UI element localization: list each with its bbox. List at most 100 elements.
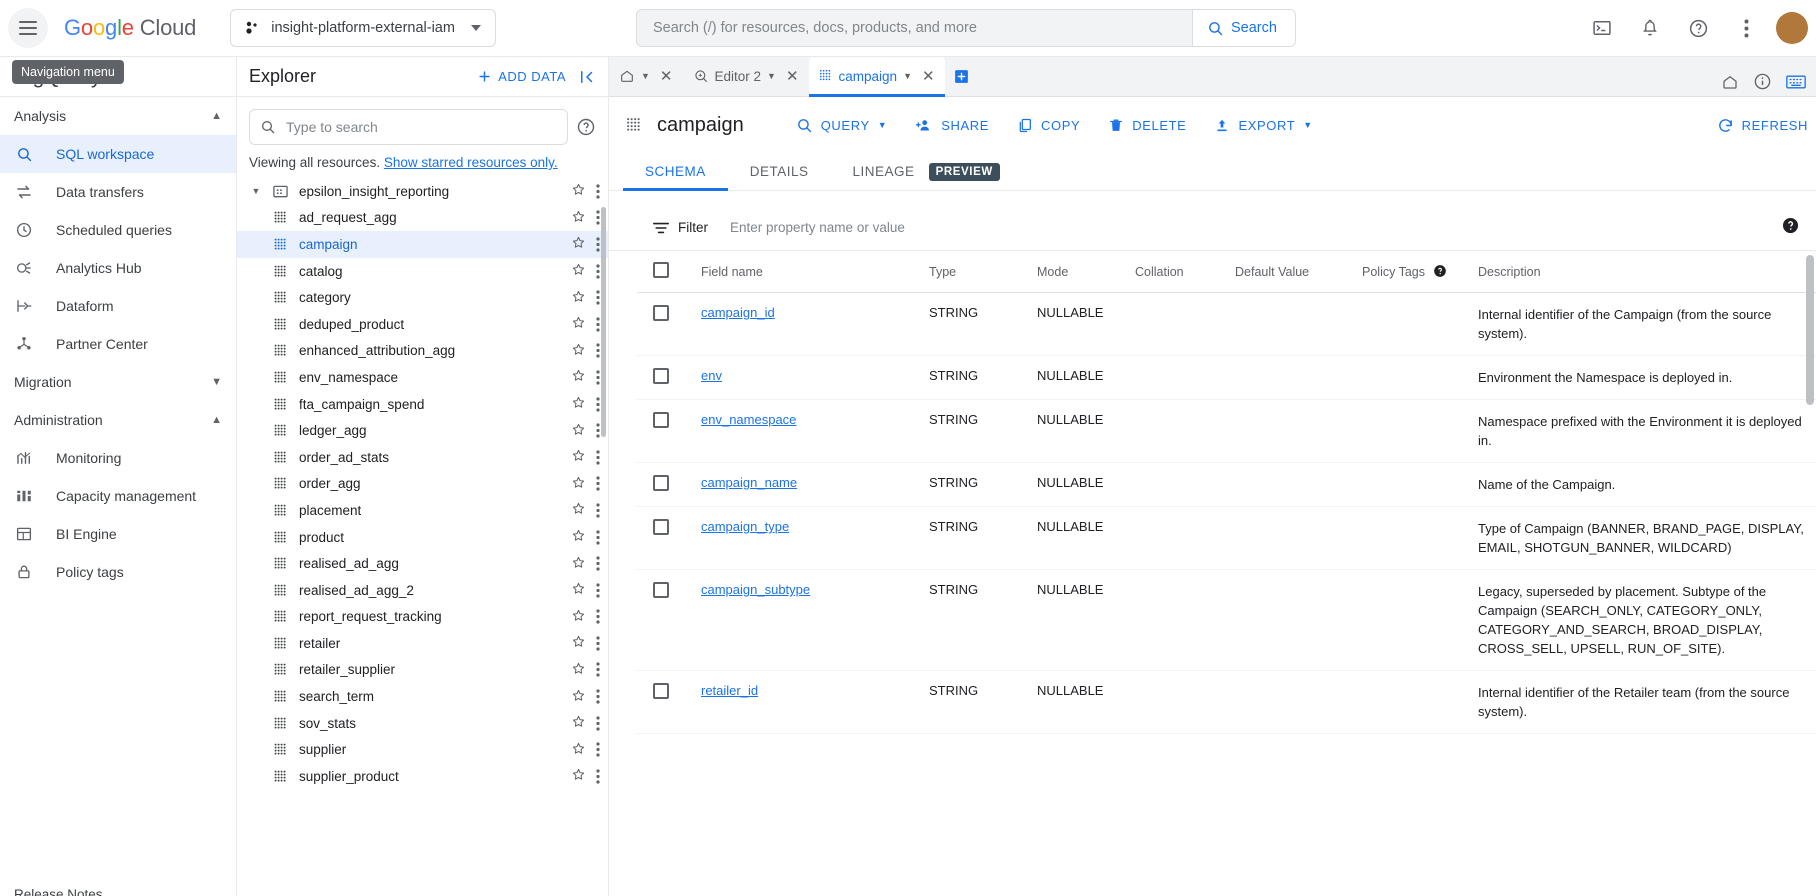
policy-tags-help-icon[interactable] <box>1433 264 1447 278</box>
star-icon[interactable] <box>571 608 586 626</box>
row-select-cell[interactable] <box>637 506 693 570</box>
tree-table-row[interactable]: supplier <box>237 736 608 763</box>
google-cloud-logo[interactable]: Google Cloud <box>64 15 196 41</box>
avatar[interactable] <box>1776 12 1808 44</box>
row-menu-icon[interactable] <box>596 689 600 704</box>
scrollbar-thumb[interactable] <box>1806 255 1814 405</box>
table-row[interactable]: retailer_id STRING NULLABLE Internal identi… <box>637 670 1816 734</box>
star-icon[interactable] <box>571 475 586 493</box>
sidebar-item-scheduled-queries[interactable]: Scheduled queries <box>0 211 236 249</box>
row-select-cell[interactable] <box>637 355 693 400</box>
field-name-link[interactable]: campaign_subtype <box>701 582 810 597</box>
info-icon[interactable] <box>1753 72 1772 96</box>
tree-table-row[interactable]: product <box>237 524 608 551</box>
tree-table-row[interactable]: ad_request_agg <box>237 205 608 232</box>
tab-campaign[interactable]: campaign ▼ ✕ <box>808 56 945 97</box>
add-data-button[interactable]: ADD DATA <box>477 69 566 84</box>
tree-dataset-row[interactable]: ▼ epsilon_insight_reporting <box>237 178 608 205</box>
table-row[interactable]: env_namespace STRING NULLABLE Namespace pre… <box>637 399 1816 463</box>
field-name-link[interactable]: campaign_name <box>701 475 797 490</box>
sidebar-item-data-transfers[interactable]: Data transfers <box>0 173 236 211</box>
chevron-down-icon[interactable]: ▼ <box>641 71 650 81</box>
tree-table-row[interactable]: realised_ad_agg_2 <box>237 577 608 604</box>
chevron-down-icon[interactable]: ▼ <box>767 71 776 81</box>
row-checkbox[interactable] <box>653 412 669 428</box>
table-row[interactable]: campaign_name STRING NULLABLE Name of the C… <box>637 462 1816 507</box>
nav-section-administration[interactable]: Administration ▲ <box>0 401 236 439</box>
table-row[interactable]: campaign_subtype STRING NULLABLE Legacy, su… <box>637 569 1816 671</box>
column-mode[interactable]: Mode <box>1029 251 1127 293</box>
row-menu-icon[interactable] <box>596 503 600 518</box>
tab-schema[interactable]: SCHEMA <box>623 153 728 191</box>
copy-button[interactable]: COPY <box>1005 109 1092 142</box>
row-menu-icon[interactable] <box>596 396 600 412</box>
collapse-panel-button[interactable] <box>566 68 608 86</box>
table-row[interactable]: campaign_id STRING NULLABLE Internal identi… <box>637 292 1816 356</box>
row-menu-icon[interactable] <box>596 210 600 225</box>
personal-history-icon[interactable] <box>1721 73 1739 96</box>
filter-label[interactable]: Filter <box>653 220 708 235</box>
row-menu-icon[interactable] <box>596 742 600 757</box>
release-notes-link[interactable]: Release Notes <box>14 887 103 896</box>
tree-table-row[interactable]: order_ad_stats <box>237 444 608 471</box>
tree-table-row[interactable]: retailer_supplier <box>237 657 608 684</box>
tree-table-row[interactable]: campaign <box>237 231 608 258</box>
tab-details[interactable]: DETAILS <box>728 153 831 191</box>
row-menu-icon[interactable] <box>596 450 600 465</box>
select-all-header[interactable] <box>637 251 693 293</box>
tree-table-row[interactable]: retailer <box>237 630 608 657</box>
star-icon[interactable] <box>571 289 586 307</box>
tree-table-row[interactable]: placement <box>237 497 608 524</box>
new-tab-button[interactable] <box>945 56 979 96</box>
row-checkbox[interactable] <box>653 683 669 699</box>
field-name-link[interactable]: env_namespace <box>701 412 796 427</box>
keyboard-icon[interactable] <box>1786 74 1806 95</box>
sidebar-item-sql-workspace[interactable]: SQL workspace <box>0 135 236 173</box>
row-menu-icon[interactable] <box>596 662 600 678</box>
tree-table-row[interactable]: order_agg <box>237 471 608 498</box>
field-name-link[interactable]: retailer_id <box>701 683 758 698</box>
star-icon[interactable] <box>571 342 586 360</box>
tree-table-row[interactable]: fta_campaign_spend <box>237 391 608 418</box>
row-menu-icon[interactable] <box>596 423 600 438</box>
field-name-link[interactable]: campaign_type <box>701 519 789 534</box>
star-icon[interactable] <box>571 634 586 652</box>
row-menu-icon[interactable] <box>596 237 600 252</box>
tree-table-row[interactable]: category <box>237 284 608 311</box>
cell-field-name[interactable]: env <box>693 355 921 400</box>
row-checkbox[interactable] <box>653 368 669 384</box>
star-icon[interactable] <box>571 741 586 759</box>
row-checkbox[interactable] <box>653 582 669 598</box>
column-field-name[interactable]: Field name <box>693 251 921 293</box>
star-icon[interactable] <box>571 448 586 466</box>
share-button[interactable]: SHARE <box>903 109 1001 142</box>
table-row[interactable]: campaign_type STRING NULLABLE Type of Campa… <box>637 506 1816 570</box>
tab-lineage[interactable]: LINEAGE <box>831 153 937 191</box>
search-input[interactable] <box>636 10 1192 46</box>
refresh-button[interactable]: REFRESH <box>1717 117 1816 134</box>
star-icon[interactable] <box>571 555 586 573</box>
global-search[interactable]: Search <box>635 9 1296 47</box>
row-menu-icon[interactable] <box>596 317 600 332</box>
tree-table-row[interactable]: supplier_product <box>237 763 608 790</box>
row-menu-icon[interactable] <box>596 769 600 784</box>
sidebar-item-analytics-hub[interactable]: Analytics Hub <box>0 249 236 287</box>
cloud-shell-icon[interactable] <box>1582 8 1622 48</box>
row-checkbox[interactable] <box>653 519 669 535</box>
row-menu-icon[interactable] <box>596 716 600 731</box>
row-select-cell[interactable] <box>637 399 693 463</box>
tree-table-row[interactable]: ledger_agg <box>237 417 608 444</box>
row-checkbox[interactable] <box>653 305 669 321</box>
help-icon[interactable] <box>1678 8 1718 48</box>
project-selector[interactable]: insight-platform-external-iam <box>230 9 496 47</box>
row-select-cell[interactable] <box>637 462 693 507</box>
star-icon[interactable] <box>571 581 586 599</box>
explorer-search-input[interactable] <box>286 119 557 135</box>
field-name-link[interactable]: campaign_id <box>701 305 775 320</box>
cell-field-name[interactable]: retailer_id <box>693 670 921 734</box>
star-icon[interactable] <box>571 262 586 280</box>
explorer-search[interactable] <box>249 109 568 145</box>
notifications-bell-icon[interactable] <box>1630 8 1670 48</box>
query-button[interactable]: QUERY ▼ <box>784 109 900 142</box>
close-icon[interactable]: ✕ <box>922 67 935 85</box>
